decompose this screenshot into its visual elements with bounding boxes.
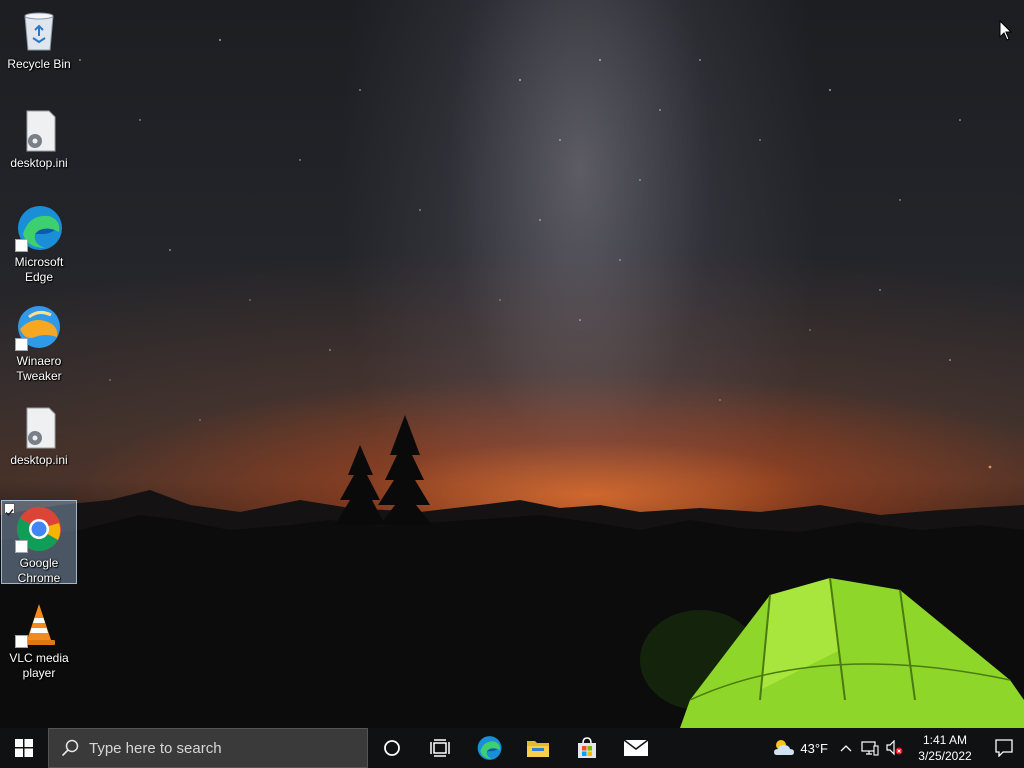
cortana-circle-icon: [384, 740, 400, 756]
desktop-icon-google-chrome[interactable]: Google Chrome: [1, 500, 77, 585]
winaero-tweaker-icon: [15, 303, 63, 351]
weather-widget[interactable]: 43°F: [766, 728, 834, 768]
partly-cloudy-icon: [774, 740, 795, 755]
desktop-icon-label: Recycle Bin: [7, 57, 71, 71]
clock-time: 1:41 AM: [922, 733, 968, 747]
mouse-cursor-icon: [999, 19, 1013, 47]
network-icon: [861, 741, 879, 756]
desktop-icon-label: Winaero Tweaker: [16, 354, 62, 383]
volume-muted-icon: [886, 740, 903, 756]
taskbar-edge-button[interactable]: [464, 728, 513, 768]
task-view-button[interactable]: [416, 728, 464, 768]
settings-file-icon: [15, 402, 63, 450]
taskbar-file-explorer-button[interactable]: [513, 728, 562, 768]
recycle-bin-icon: [15, 6, 63, 54]
edge-icon: [15, 204, 63, 252]
start-button[interactable]: [0, 728, 48, 768]
taskbar-search-box[interactable]: Type here to search: [48, 728, 368, 768]
system-tray: 43°F 1:41 AM 3/25/2022: [766, 728, 1024, 768]
chrome-icon: [15, 505, 63, 553]
desktop-icon-microsoft-edge[interactable]: Microsoft Edge: [1, 200, 77, 295]
shortcut-arrow-icon: [15, 338, 28, 351]
folder-icon: [526, 741, 549, 757]
desktop-icon-label: desktop.ini: [10, 156, 68, 170]
store-icon: [577, 737, 596, 758]
notification-icon: [995, 739, 1013, 757]
volume-button[interactable]: [882, 728, 906, 768]
weather-temperature: 43°F: [800, 740, 828, 756]
taskbar: Type here to search 43°F 1:41 AM 3/25/20…: [0, 728, 1024, 768]
settings-file-icon: [15, 105, 63, 153]
desktop-icon-desktop-ini-2[interactable]: desktop.ini: [1, 398, 77, 478]
action-center-button[interactable]: [984, 728, 1024, 768]
task-view-icon: [430, 739, 450, 757]
shortcut-arrow-icon: [15, 635, 28, 648]
desktop-icon-label: Microsoft Edge: [14, 255, 64, 284]
desktop-icon-winaero-tweaker[interactable]: Winaero Tweaker: [1, 299, 77, 394]
show-hidden-icons-button[interactable]: [834, 728, 858, 768]
search-icon: [61, 739, 79, 757]
desktop-icon-label: Google Chrome: [17, 556, 61, 585]
selection-checkbox[interactable]: [4, 503, 15, 517]
desktop-wallpaper: [0, 0, 1024, 728]
cortana-button[interactable]: [368, 728, 416, 768]
wallpaper-scene: [0, 39, 1024, 728]
vlc-icon: [15, 600, 63, 648]
network-button[interactable]: [858, 728, 882, 768]
desktop-icon-recycle-bin[interactable]: Recycle Bin: [1, 2, 77, 82]
windows-logo-icon: [15, 739, 33, 757]
desktop-icon-label: desktop.ini: [10, 453, 68, 467]
search-placeholder: Type here to search: [89, 739, 222, 757]
desktop-icon-desktop-ini-1[interactable]: desktop.ini: [1, 101, 77, 181]
shortcut-arrow-icon: [15, 239, 28, 252]
chevron-up-icon: [840, 745, 852, 752]
desktop-icon-vlc-media-player[interactable]: VLC media player: [1, 596, 77, 691]
clock[interactable]: 1:41 AM 3/25/2022: [906, 728, 984, 768]
shortcut-arrow-icon: [15, 540, 28, 553]
desktop-icon-label: VLC media player: [9, 651, 69, 680]
edge-icon: [477, 736, 501, 760]
clock-date: 3/25/2022: [918, 749, 972, 763]
mail-icon: [623, 739, 648, 756]
taskbar-mail-button[interactable]: [611, 728, 660, 768]
taskbar-store-button[interactable]: [562, 728, 611, 768]
